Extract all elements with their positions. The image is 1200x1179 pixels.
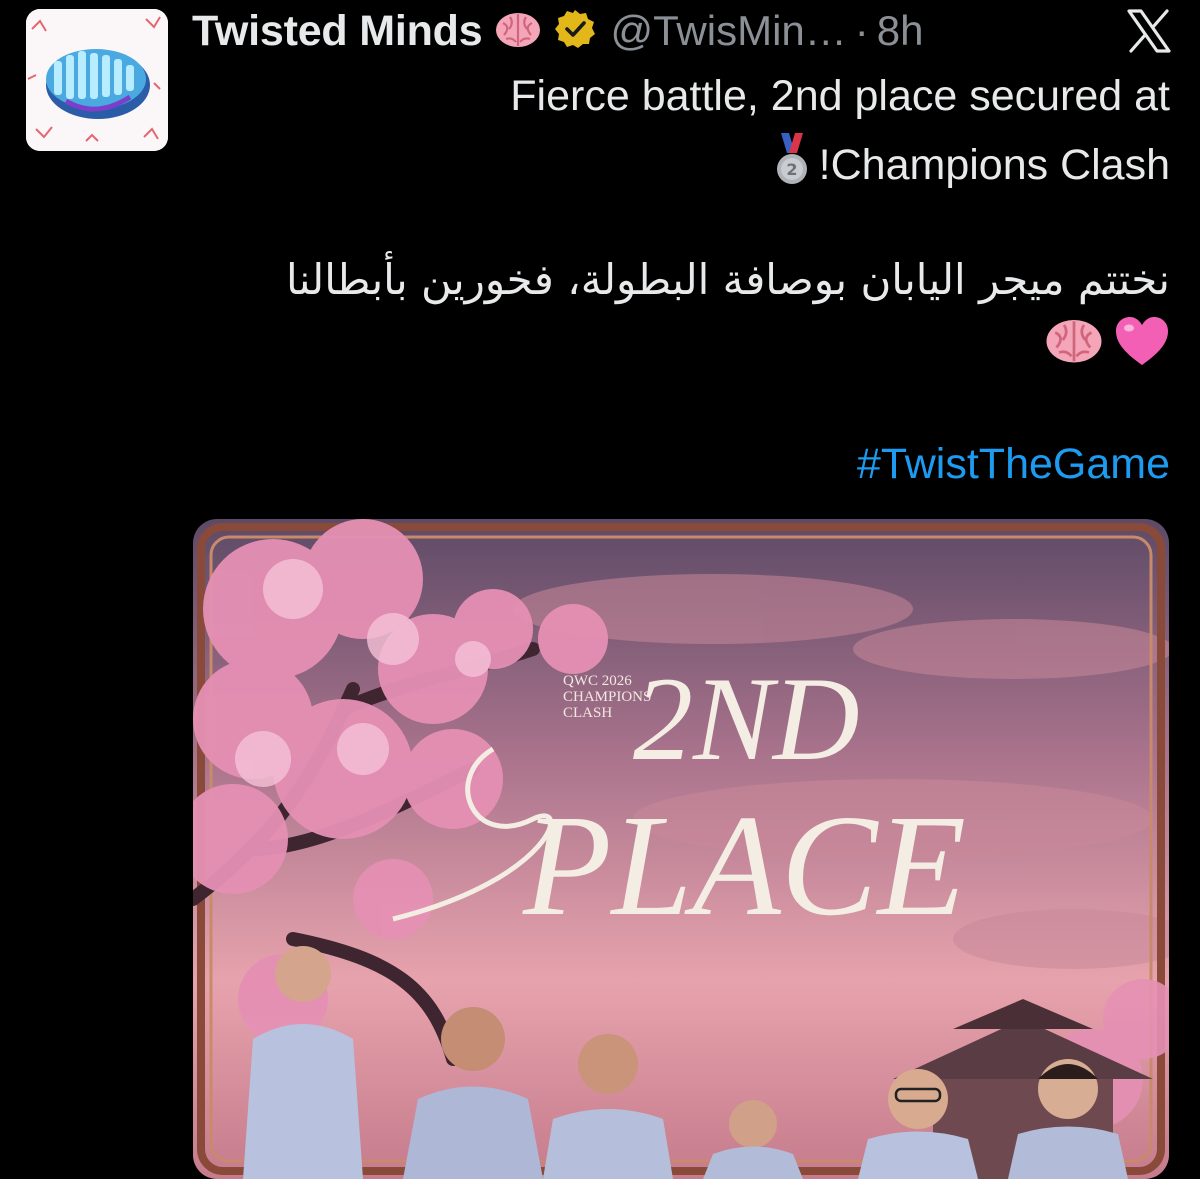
post-time[interactable]: 8h	[877, 7, 924, 55]
twisted-minds-logo	[26, 9, 168, 151]
tweet-emoji-row	[1044, 315, 1170, 378]
poster-illustration: QWC 2026 CHAMPIONS CLASH 2ND PLACE	[193, 519, 1169, 1179]
x-logo-icon[interactable]	[1126, 8, 1172, 54]
second-place-medal-emoji: 2	[775, 133, 809, 198]
pink-heart-emoji	[1114, 315, 1170, 378]
avatar[interactable]	[26, 9, 168, 151]
poster-event-line-1: QWC 2026	[563, 673, 632, 689]
tweet-text-line-2-text: !Champions Clash	[818, 141, 1170, 189]
tweet-media-image[interactable]: QWC 2026 CHAMPIONS CLASH 2ND PLACE	[193, 519, 1169, 1179]
poster-headline-line-2: PLACE	[522, 786, 966, 946]
svg-text:2: 2	[786, 160, 797, 179]
poster-headline-line-1: 2ND	[633, 652, 860, 785]
author-name[interactable]: Twisted Minds	[192, 7, 483, 56]
poster-event-line-3: CLASH	[563, 705, 612, 721]
brain-emoji	[1044, 315, 1104, 378]
tweet-header: Twisted Minds @TwisMin… · 8h	[192, 4, 1172, 58]
verified-badge-icon[interactable]	[554, 8, 596, 55]
tweet-text-arabic: نختتم ميجر اليابان بوصافة البطولة، فخوري…	[285, 255, 1170, 304]
brain-emoji	[494, 9, 542, 54]
tweet-text-line-1: Fierce battle, 2nd place secured at	[510, 72, 1170, 120]
tweet-text-line-2: 2 !Champions Clash	[775, 133, 1170, 198]
hashtag-link[interactable]: #TwistTheGame	[857, 440, 1170, 489]
author-handle[interactable]: @TwisMin…	[610, 7, 846, 55]
separator-dot: ·	[854, 7, 869, 54]
